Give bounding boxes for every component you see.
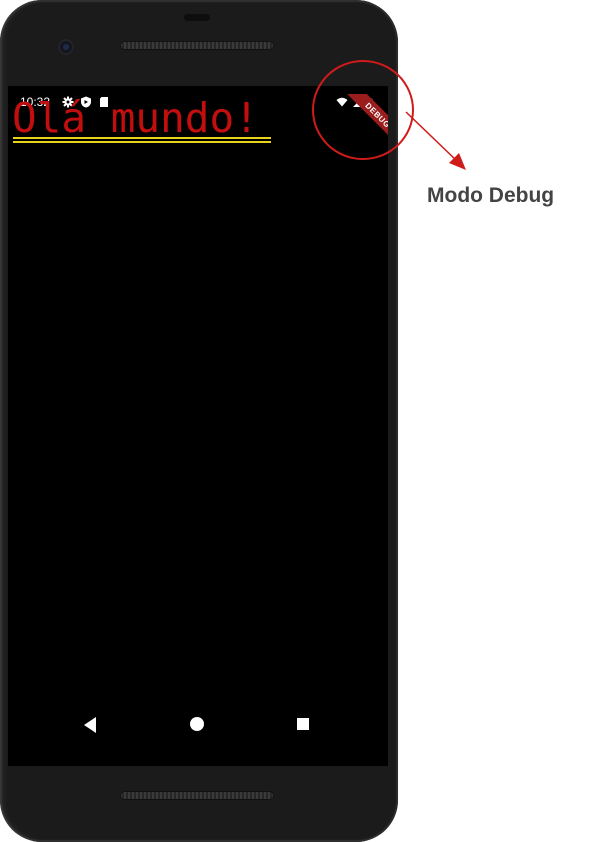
- annotation-arrow: [405, 111, 466, 170]
- annotation-label: Modo Debug: [427, 184, 555, 207]
